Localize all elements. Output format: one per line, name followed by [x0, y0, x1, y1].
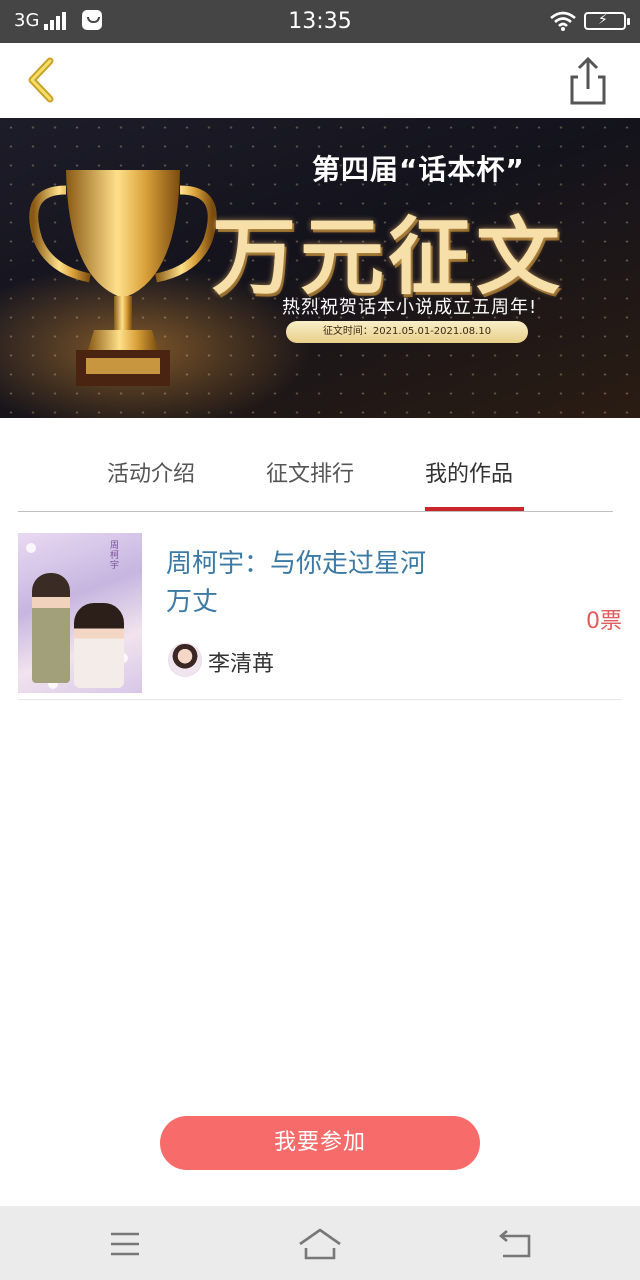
status-bar: 3G 13:35 ⚡ — [0, 0, 640, 43]
home-icon[interactable] — [298, 1224, 342, 1264]
banner-sub-title: 第四届“话本杯” — [312, 153, 525, 186]
trophy-icon — [29, 170, 217, 386]
tab-my-works[interactable]: 我的作品 — [425, 456, 513, 488]
tab-contest-ranking[interactable]: 征文排行 — [266, 456, 354, 488]
author-avatar — [168, 643, 202, 677]
work-list-item[interactable]: 周柯宇 周柯宇：与你走过星河万丈 李清苒 0票 — [18, 513, 622, 700]
back-icon[interactable] — [18, 55, 68, 105]
tab-bar: 活动介绍 征文排行 我的作品 — [18, 418, 613, 512]
banner-slogan: 热烈祝贺话本小说成立五周年! — [282, 297, 538, 318]
contest-banner: 第四届“话本杯” 万元征文 热烈祝贺话本小说成立五周年! 征文时间：2021.0… — [0, 118, 640, 418]
status-time: 13:35 — [288, 9, 352, 34]
vote-count: 0票 — [586, 609, 622, 634]
banner-date-range: 征文时间：2021.05.01-2021.08.10 — [286, 321, 528, 343]
work-title[interactable]: 周柯宇：与你走过星河万丈 — [166, 545, 436, 621]
battery-icon: ⚡ — [584, 12, 630, 30]
active-tab-indicator — [425, 507, 524, 511]
tab-activity-intro[interactable]: 活动介绍 — [107, 456, 195, 488]
return-icon[interactable] — [495, 1224, 535, 1264]
menu-icon[interactable] — [105, 1224, 145, 1264]
nav-bar — [0, 43, 640, 118]
join-contest-button[interactable]: 我要参加 — [160, 1116, 480, 1170]
book-cover-title: 周柯宇 — [110, 541, 120, 571]
share-icon[interactable] — [562, 55, 614, 107]
book-cover-image: 周柯宇 — [18, 533, 142, 693]
wifi-icon — [550, 11, 576, 31]
system-nav-bar — [0, 1206, 640, 1280]
author-name: 李清苒 — [208, 652, 275, 677]
